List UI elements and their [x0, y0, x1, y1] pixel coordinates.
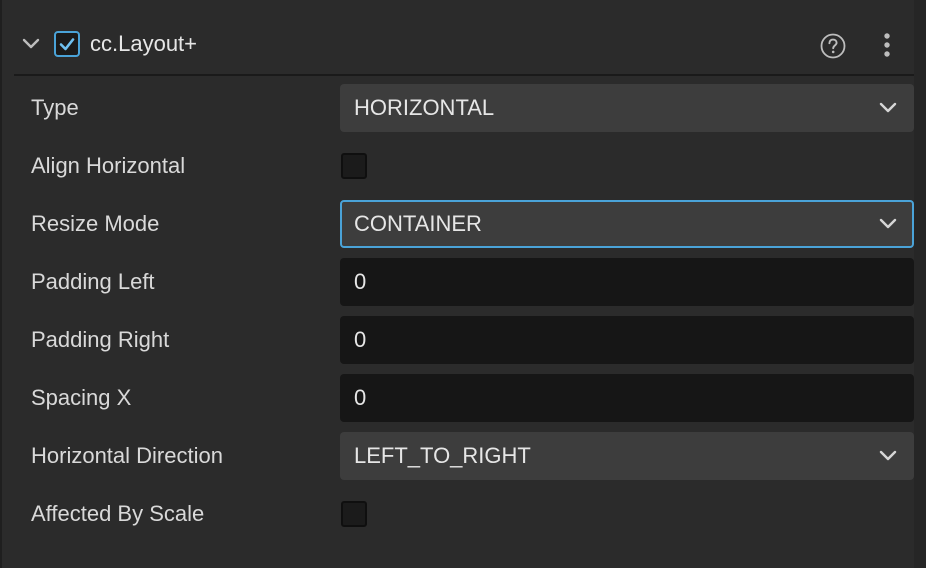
horizontal-direction-select[interactable]: LEFT_TO_RIGHT [340, 432, 914, 480]
chevron-down-icon[interactable] [20, 32, 42, 54]
property-label: Padding Left [31, 269, 155, 294]
component-title: cc.Layout+ [90, 31, 198, 56]
inspector-panel: cc.Layout+ Type HORIZONTAL Align Horizon… [0, 0, 926, 568]
padding-right-input[interactable]: 0 [340, 316, 914, 364]
component-header: cc.Layout+ [14, 16, 914, 76]
chevron-down-icon [878, 447, 898, 465]
padding-left-input[interactable]: 0 [340, 258, 914, 306]
resize-mode-select[interactable]: CONTAINER [340, 200, 914, 248]
align-horizontal-checkbox[interactable] [341, 153, 367, 179]
property-label: Spacing X [31, 385, 132, 410]
property-label: Resize Mode [31, 211, 160, 236]
property-row-affected-by-scale: Affected By Scale [0, 490, 926, 538]
property-label: Affected By Scale [31, 501, 205, 526]
property-row-horizontal-direction: Horizontal Direction LEFT_TO_RIGHT [0, 432, 926, 480]
property-row-padding-left: Padding Left 0 [0, 258, 926, 306]
property-row-resize-mode: Resize Mode CONTAINER [0, 200, 926, 248]
checkmark-icon [59, 38, 75, 51]
property-label: Horizontal Direction [31, 443, 223, 468]
property-label: Align Horizontal [31, 153, 186, 178]
property-label: Type [31, 95, 79, 120]
spacing-x-input[interactable]: 0 [340, 374, 914, 422]
input-value: 0 [354, 385, 367, 410]
property-label: Padding Right [31, 327, 170, 352]
chevron-down-icon [878, 215, 898, 233]
affected-by-scale-checkbox[interactable] [341, 501, 367, 527]
input-value: 0 [354, 269, 367, 294]
select-value: LEFT_TO_RIGHT [354, 443, 531, 468]
type-select[interactable]: HORIZONTAL [340, 84, 914, 132]
property-row-type: Type HORIZONTAL [0, 84, 926, 132]
chevron-down-icon [878, 99, 898, 117]
property-row-align-horizontal: Align Horizontal [0, 142, 926, 190]
property-row-spacing-x: Spacing X 0 [0, 374, 926, 422]
select-value: CONTAINER [354, 211, 482, 236]
more-vertical-icon[interactable] [876, 30, 898, 62]
component-enabled-checkbox[interactable] [54, 31, 80, 57]
select-value: HORIZONTAL [354, 95, 495, 120]
property-row-padding-right: Padding Right 0 [0, 316, 926, 364]
help-circle-icon[interactable] [820, 33, 846, 59]
input-value: 0 [354, 327, 367, 352]
